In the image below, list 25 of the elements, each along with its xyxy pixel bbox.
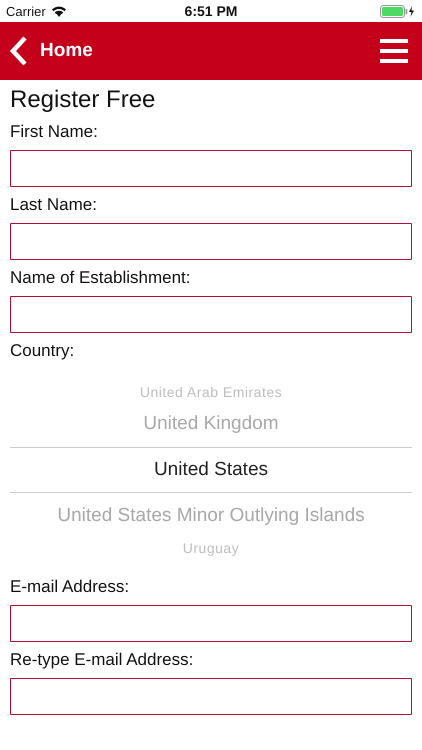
input-field[interactable] xyxy=(10,678,412,715)
picker-option[interactable]: Uruguay xyxy=(182,533,240,563)
picker-option[interactable]: United Arab Emirates xyxy=(140,377,282,407)
field-label: First Name: xyxy=(10,122,99,142)
field-label: Name of Establishment: xyxy=(10,268,192,288)
chevron-left-icon xyxy=(10,36,28,66)
status-time: 6:51 PM xyxy=(184,3,238,19)
picker-option[interactable]: United States xyxy=(10,447,412,493)
back-button[interactable]: Home xyxy=(10,36,93,66)
wifi-icon xyxy=(50,5,67,17)
battery-icon xyxy=(380,4,416,18)
picker-option[interactable]: United Kingdom xyxy=(143,407,279,441)
page-title: Register Free xyxy=(10,86,156,114)
menu-icon xyxy=(380,39,408,63)
input-field[interactable] xyxy=(10,150,412,187)
menu-button[interactable] xyxy=(380,39,408,63)
field-label: E-mail Address: xyxy=(10,577,130,597)
input-field[interactable] xyxy=(10,223,412,260)
input-field[interactable] xyxy=(10,296,412,333)
field-label: Last Name: xyxy=(10,195,98,215)
picker-option[interactable]: United States Minor Outlying Islands xyxy=(57,499,365,533)
input-field[interactable] xyxy=(10,605,412,642)
field-label: Re-type E-mail Address: xyxy=(10,650,194,670)
field-label: Country: xyxy=(10,341,76,361)
carrier-name: Carrier xyxy=(6,4,46,18)
